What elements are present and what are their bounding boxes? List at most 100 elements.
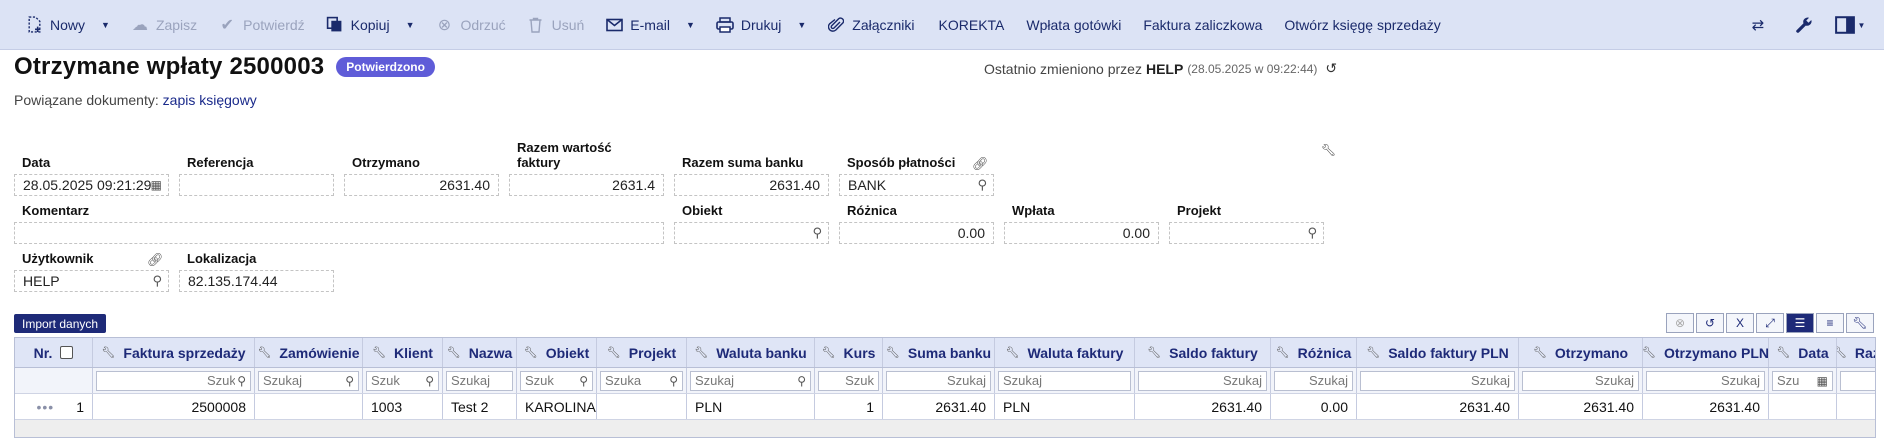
column-header-invoice-balance-pln[interactable]: 🔧︎ Saldo faktury PLN xyxy=(1357,338,1519,367)
deposit-input[interactable]: 0.00 xyxy=(1004,222,1159,244)
reference-input[interactable] xyxy=(179,174,334,196)
correction-button[interactable]: KOREKTA xyxy=(929,9,1015,41)
column-search-input[interactable]: Szukaj xyxy=(1646,370,1765,391)
object-input[interactable]: ⚲ xyxy=(674,222,829,244)
link-icon[interactable]: 🔗︎ xyxy=(147,252,164,268)
print-button[interactable]: Drukuj ▼ xyxy=(705,9,816,41)
date-input[interactable]: 28.05.2025 09:21:29 ▦ xyxy=(14,174,169,196)
column-header-client[interactable]: 🔧︎ Klient xyxy=(363,338,443,367)
search-icon[interactable]: ⚲ xyxy=(977,177,987,193)
column-header-object[interactable]: 🔧︎ Obiekt xyxy=(517,338,597,367)
invoice-total-input[interactable]: 2631.4 xyxy=(509,174,664,196)
column-wrench-icon[interactable]: 🔧︎ xyxy=(1643,346,1656,359)
column-header-rate[interactable]: 🔧︎ Kurs xyxy=(815,338,883,367)
column-search-input[interactable]: Szuk xyxy=(818,370,879,391)
payment-method-input[interactable]: BANK ⚲ xyxy=(839,174,994,196)
column-header-project[interactable]: 🔧︎ Projekt xyxy=(597,338,687,367)
column-header-received-pln[interactable]: 🔧︎ Otrzymano PLN xyxy=(1643,338,1769,367)
column-search-input[interactable]: Szukaj xyxy=(1274,370,1353,391)
cell-object[interactable]: KAROLINA xyxy=(517,394,597,419)
cell-invoice-currency[interactable]: PLN xyxy=(995,394,1135,419)
reset-icon[interactable]: ↺ xyxy=(1696,313,1724,333)
cell-rate[interactable]: 1 xyxy=(815,394,883,419)
link-icon[interactable]: 🔗︎ xyxy=(972,156,989,172)
search-icon[interactable]: ⚲ xyxy=(152,273,162,289)
search-icon[interactable]: ⚲ xyxy=(343,373,354,388)
column-wrench-icon[interactable]: 🔧︎ xyxy=(257,346,271,359)
column-header-bank-currency[interactable]: 🔧︎ Waluta banku xyxy=(687,338,815,367)
cell-order[interactable] xyxy=(255,394,363,419)
search-icon[interactable]: ⚲ xyxy=(235,373,246,388)
column-wrench-icon[interactable]: 🔧︎ xyxy=(1533,346,1547,359)
cell-received[interactable]: 2631.40 xyxy=(1519,394,1643,419)
table-row[interactable]: ••• 1 2500008 1003 Test 2 KAROLINA PLN 1 2631.40… xyxy=(15,394,1875,420)
location-input[interactable]: 82.135.174.44 xyxy=(179,270,334,292)
fit-columns-icon[interactable]: ⤢ xyxy=(1756,313,1784,333)
column-header-invoice-balance[interactable]: 🔧︎ Saldo faktury xyxy=(1135,338,1271,367)
column-header-sales-invoice[interactable]: 🔧︎ Faktura sprzedaży xyxy=(93,338,255,367)
column-wrench-icon[interactable]: 🔧︎ xyxy=(1006,346,1020,359)
column-header-bank-sum[interactable]: 🔧︎ Suma banku xyxy=(883,338,995,367)
column-search-input[interactable]: Szukaj xyxy=(1360,370,1515,391)
search-icon[interactable]: ⚲ xyxy=(667,373,678,388)
column-wrench-icon[interactable]: 🔧︎ xyxy=(607,346,621,359)
cell-nr[interactable]: ••• 1 xyxy=(15,394,93,419)
column-search-input[interactable]: Szukaj xyxy=(1522,370,1639,391)
chevron-down-icon[interactable]: ▼ xyxy=(406,20,415,30)
chevron-down-icon[interactable]: ▼ xyxy=(101,20,110,30)
column-search-input[interactable]: Szukaj ⚲ xyxy=(258,370,359,391)
project-input[interactable]: ⚲ xyxy=(1169,222,1324,244)
column-search-input[interactable]: Szuk ⚲ xyxy=(366,370,439,391)
bank-total-input[interactable]: 2631.40 xyxy=(674,174,829,196)
column-search-input[interactable]: Szukaj xyxy=(1138,370,1267,391)
import-data-button[interactable]: Import danych xyxy=(14,314,107,333)
column-wrench-icon[interactable]: 🔧︎ xyxy=(372,346,386,359)
column-search-input[interactable]: Szukaj ⚲ xyxy=(690,370,811,391)
cash-payment-button[interactable]: Wpłata gotówki xyxy=(1016,9,1131,41)
clear-filter-icon[interactable]: ⊗ xyxy=(1666,313,1694,333)
grid-settings-wrench-icon[interactable]: 🔧︎ xyxy=(1846,313,1874,333)
column-header-difference[interactable]: 🔧︎ Różnica xyxy=(1271,338,1357,367)
column-search-input[interactable]: Szuk ⚲ xyxy=(520,370,593,391)
search-icon[interactable]: ⚲ xyxy=(795,373,806,388)
cell-date[interactable] xyxy=(1769,394,1837,419)
open-sales-ledger-button[interactable]: Otwórz księgę sprzedaży xyxy=(1274,9,1450,41)
column-wrench-icon[interactable]: 🔧︎ xyxy=(1147,346,1161,359)
chevron-down-icon[interactable]: ▼ xyxy=(797,20,806,30)
cell-bank-currency[interactable]: PLN xyxy=(687,394,815,419)
standard-view-icon[interactable]: ≡ xyxy=(1816,313,1844,333)
copy-button[interactable]: Kopiuj ▼ xyxy=(315,9,425,41)
wrench-icon[interactable]: 🔧︎ xyxy=(1321,143,1336,157)
cell-total[interactable] xyxy=(1837,394,1875,419)
column-search-input[interactable]: Szuka ⚲ xyxy=(600,370,683,391)
user-input[interactable]: HELP ⚲ xyxy=(14,270,169,292)
confirm-button[interactable]: ✔ Potwierdź xyxy=(207,9,314,41)
cell-project[interactable] xyxy=(597,394,687,419)
swap-arrows-icon[interactable]: ⇄ xyxy=(1742,9,1774,41)
column-wrench-icon[interactable]: 🔧︎ xyxy=(1276,346,1290,359)
column-header-date[interactable]: 🔧︎ Data xyxy=(1769,338,1837,367)
wrench-icon[interactable] xyxy=(1788,9,1820,41)
history-icon[interactable]: ↺ xyxy=(1325,60,1337,77)
column-header-received[interactable]: 🔧︎ Otrzymano xyxy=(1519,338,1643,367)
column-wrench-icon[interactable]: 🔧︎ xyxy=(1366,346,1380,359)
difference-input[interactable]: 0.00 xyxy=(839,222,994,244)
column-search-input[interactable]: Szu ▦ xyxy=(1772,370,1833,391)
cell-invoice-balance-pln[interactable]: 2631.40 xyxy=(1357,394,1519,419)
column-wrench-icon[interactable]: 🔧︎ xyxy=(694,346,708,359)
row-menu-icon[interactable]: ••• xyxy=(36,399,54,415)
column-header-total[interactable]: 🔧︎ Razem xyxy=(1837,338,1875,367)
cell-received-pln[interactable]: 2631.40 xyxy=(1643,394,1769,419)
column-wrench-icon[interactable]: 🔧︎ xyxy=(524,346,538,359)
advance-invoice-button[interactable]: Faktura zaliczkowa xyxy=(1133,9,1272,41)
cell-sales-invoice[interactable]: 2500008 xyxy=(93,394,255,419)
column-header-order[interactable]: 🔧︎ Zamówienie xyxy=(255,338,363,367)
column-wrench-icon[interactable]: 🔧︎ xyxy=(447,346,461,359)
cell-difference[interactable]: 0.00 xyxy=(1271,394,1357,419)
column-header-invoice-currency[interactable]: 🔧︎ Waluta faktury xyxy=(995,338,1135,367)
column-wrench-icon[interactable]: 🔧︎ xyxy=(886,346,900,359)
attachments-button[interactable]: Załączniki xyxy=(816,9,924,41)
save-button[interactable]: ☁ Zapisz xyxy=(120,9,207,41)
column-search-input[interactable]: Szukaj ⚲ xyxy=(96,370,251,391)
panel-layout-icon[interactable]: ▼ xyxy=(1834,9,1866,41)
